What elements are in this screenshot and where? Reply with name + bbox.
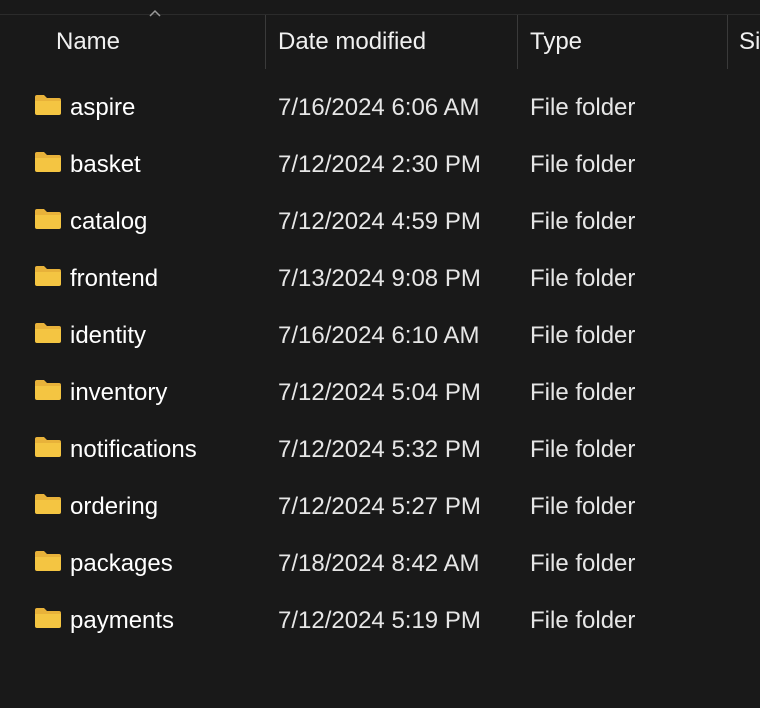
- file-date-modified: 7/18/2024 8:42 AM: [278, 549, 480, 577]
- file-list-row[interactable]: frontend 7/13/2024 9:08 PM File folder: [0, 250, 760, 307]
- file-name: inventory: [70, 378, 168, 406]
- column-header-row: Name Date modified Type Si: [0, 15, 760, 69]
- folder-icon: [35, 152, 61, 172]
- folder-icon: [35, 266, 61, 286]
- folder-icon: [35, 551, 61, 571]
- file-date-modified: 7/12/2024 4:59 PM: [278, 207, 481, 235]
- file-date-modified: 7/16/2024 6:06 AM: [278, 93, 480, 121]
- file-name: packages: [70, 549, 173, 577]
- file-name: aspire: [70, 93, 136, 121]
- file-type: File folder: [530, 435, 636, 463]
- column-header-type[interactable]: Type: [530, 15, 720, 69]
- file-list-row[interactable]: identity 7/16/2024 6:10 AM File folder: [0, 307, 760, 364]
- column-header-size[interactable]: Si: [739, 15, 760, 69]
- file-name: basket: [70, 150, 141, 178]
- file-explorer-details-view: Name Date modified Type Si aspire 7/16/20…: [0, 0, 760, 708]
- file-date-modified: 7/12/2024 2:30 PM: [278, 150, 481, 178]
- file-type: File folder: [530, 150, 636, 178]
- file-name: catalog: [70, 207, 148, 235]
- file-name: ordering: [70, 492, 159, 520]
- file-list-row[interactable]: notifications 7/12/2024 5:32 PM File folde…: [0, 421, 760, 478]
- file-list-row[interactable]: catalog 7/12/2024 4:59 PM File folder: [0, 193, 760, 250]
- file-name: frontend: [70, 264, 159, 292]
- file-date-modified: 7/13/2024 9:08 PM: [278, 264, 481, 292]
- file-date-modified: 7/12/2024 5:32 PM: [278, 435, 481, 463]
- folder-icon: [35, 437, 61, 457]
- column-divider[interactable]: [265, 15, 266, 69]
- file-type: File folder: [530, 264, 636, 292]
- file-date-modified: 7/16/2024 6:10 AM: [278, 321, 480, 349]
- file-list-row[interactable]: basket 7/12/2024 2:30 PM File folder: [0, 136, 760, 193]
- file-date-modified: 7/12/2024 5:04 PM: [278, 378, 481, 406]
- file-type: File folder: [530, 606, 636, 634]
- file-type: File folder: [530, 492, 636, 520]
- file-list: aspire 7/16/2024 6:06 AM File folder basket…: [0, 79, 760, 649]
- file-type: File folder: [530, 93, 636, 121]
- file-list-row[interactable]: payments 7/12/2024 5:19 PM File folder: [0, 592, 760, 649]
- folder-icon: [35, 209, 61, 229]
- file-type: File folder: [530, 378, 636, 406]
- column-header-name[interactable]: Name: [56, 15, 261, 69]
- folder-icon: [35, 95, 61, 115]
- folder-icon: [35, 323, 61, 343]
- file-type: File folder: [530, 321, 636, 349]
- folder-icon: [35, 380, 61, 400]
- column-header-date-modified[interactable]: Date modified: [278, 15, 513, 69]
- folder-icon: [35, 608, 61, 628]
- file-type: File folder: [530, 549, 636, 577]
- file-date-modified: 7/12/2024 5:27 PM: [278, 492, 481, 520]
- file-list-row[interactable]: packages 7/18/2024 8:42 AM File folder: [0, 535, 760, 592]
- file-date-modified: 7/12/2024 5:19 PM: [278, 606, 481, 634]
- file-name: payments: [70, 606, 175, 634]
- folder-icon: [35, 494, 61, 514]
- file-name: notifications: [70, 435, 197, 463]
- file-list-row[interactable]: inventory 7/12/2024 5:04 PM File folder: [0, 364, 760, 421]
- file-name: identity: [70, 321, 147, 349]
- file-list-row[interactable]: ordering 7/12/2024 5:27 PM File folder: [0, 478, 760, 535]
- column-divider[interactable]: [517, 15, 518, 69]
- file-type: File folder: [530, 207, 636, 235]
- file-list-row[interactable]: aspire 7/16/2024 6:06 AM File folder: [0, 79, 760, 136]
- column-divider[interactable]: [727, 15, 728, 69]
